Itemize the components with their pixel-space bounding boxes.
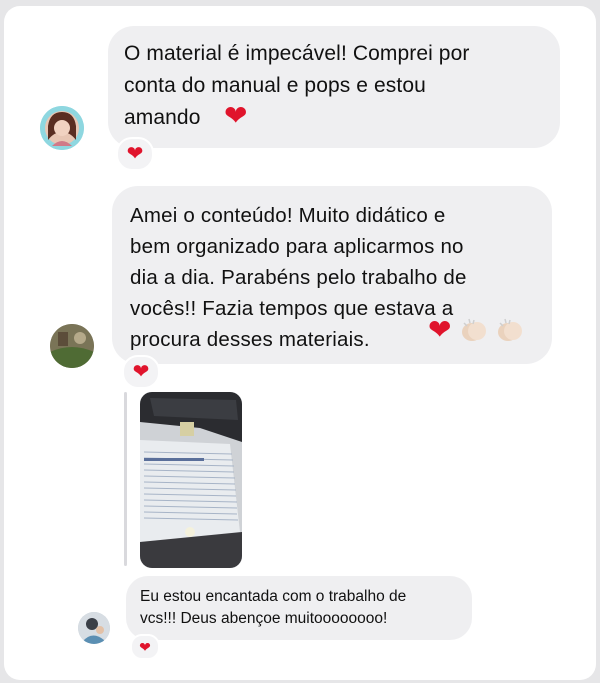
- heart-reaction-badge[interactable]: ❤: [116, 137, 154, 171]
- message-text: Eu estou encantada com o trabalho de vcs…: [140, 588, 407, 627]
- heart-icon: ❤: [428, 314, 452, 345]
- photo-image: [140, 392, 242, 568]
- heart-icon: ❤: [224, 100, 248, 131]
- emoji-group: ❤: [428, 314, 524, 346]
- avatar-image: [40, 106, 84, 150]
- avatar-image: [50, 324, 94, 368]
- avatar-image: [78, 612, 110, 644]
- avatar[interactable]: [78, 612, 110, 644]
- avatar[interactable]: [40, 106, 84, 150]
- message-text: O material é impecável! Comprei por cont…: [124, 42, 470, 129]
- heart-icon: ❤: [132, 361, 150, 383]
- heart-reaction-badge[interactable]: ❤: [130, 634, 160, 660]
- avatar[interactable]: [50, 324, 94, 368]
- chat-panel: O material é impecável! Comprei por cont…: [4, 6, 596, 680]
- message-text: Amei o conteúdo! Muito didático e bem or…: [130, 204, 467, 351]
- clapping-hands-icon: [498, 318, 523, 341]
- reply-thread-line: [124, 392, 127, 566]
- message-bubble: Eu estou encantada com o trabalho de vcs…: [126, 576, 472, 640]
- heart-reaction-badge[interactable]: ❤: [122, 355, 160, 389]
- message-bubble: O material é impecável! Comprei por cont…: [108, 26, 560, 148]
- clapping-hands-icon: [461, 318, 486, 341]
- shared-photo[interactable]: [140, 392, 242, 568]
- heart-icon: ❤: [139, 639, 151, 655]
- heart-icon: ❤: [126, 143, 144, 165]
- message-bubble: Amei o conteúdo! Muito didático e bem or…: [112, 186, 552, 364]
